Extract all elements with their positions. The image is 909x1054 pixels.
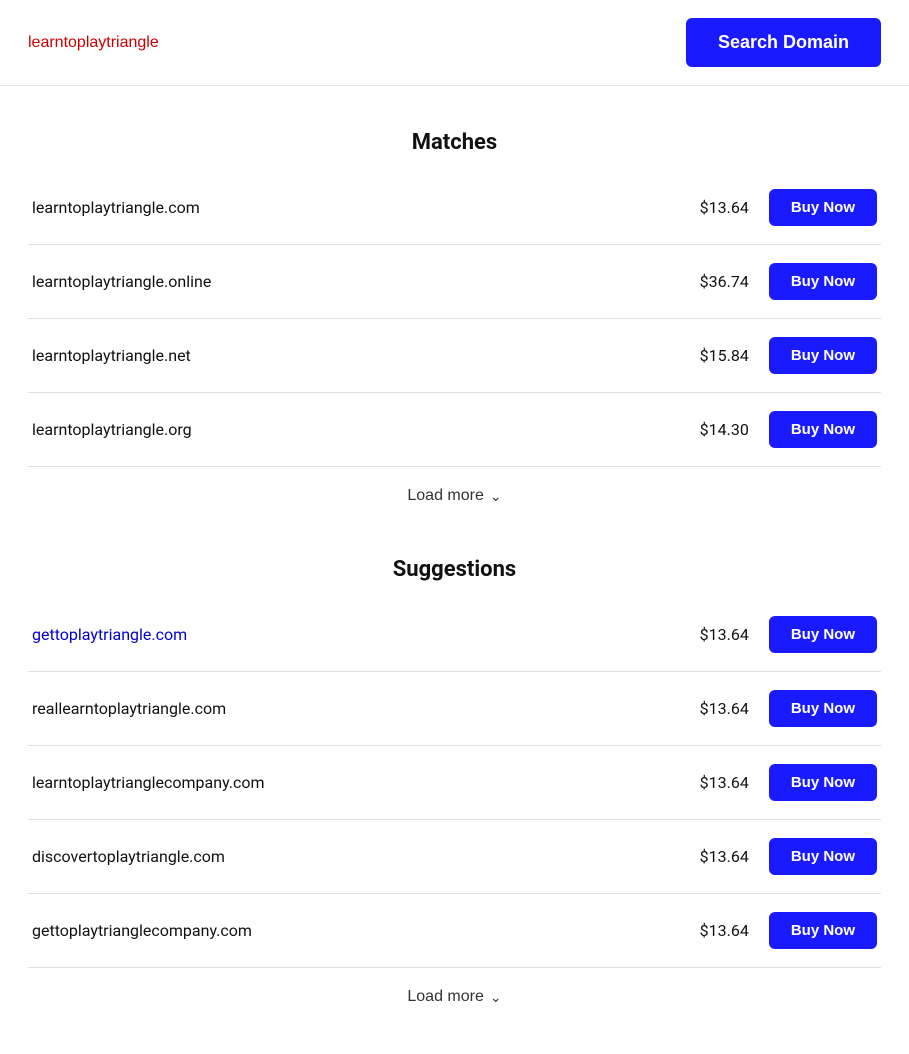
matches-load-more-label: Load more: [407, 487, 484, 505]
table-row: learntoplaytriangle.online $36.74 Buy No…: [28, 245, 881, 319]
matches-list: learntoplaytriangle.com $13.64 Buy Now l…: [28, 171, 881, 467]
matches-load-more-container: Load more ⌄: [28, 467, 881, 533]
suggestions-load-more-label: Load more: [407, 988, 484, 1006]
search-domain-button[interactable]: Search Domain: [686, 18, 881, 67]
domain-price: $15.84: [689, 346, 749, 365]
buy-now-button[interactable]: Buy Now: [769, 912, 877, 949]
domain-price: $13.64: [689, 847, 749, 866]
suggestions-load-more-button[interactable]: Load more ⌄: [407, 988, 501, 1006]
domain-name: learntoplaytriangle.com: [32, 198, 689, 217]
suggestions-load-more-container: Load more ⌄: [28, 968, 881, 1034]
domain-name: discovertoplaytriangle.com: [32, 847, 689, 866]
domain-name: gettoplaytrianglecompany.com: [32, 921, 689, 940]
domain-price: $36.74: [689, 272, 749, 291]
domain-name: learntoplaytriangle.online: [32, 272, 689, 291]
header: learntoplaytriangle Search Domain: [0, 0, 909, 86]
domain-price: $13.64: [689, 625, 749, 644]
table-row: discovertoplaytriangle.com $13.64 Buy No…: [28, 820, 881, 894]
search-input[interactable]: learntoplaytriangle: [28, 34, 428, 52]
table-row: learntoplaytriangle.org $14.30 Buy Now: [28, 393, 881, 467]
buy-now-button[interactable]: Buy Now: [769, 411, 877, 448]
buy-now-button[interactable]: Buy Now: [769, 690, 877, 727]
suggestions-chevron-down-icon: ⌄: [490, 989, 502, 1006]
table-row: gettoplaytrianglecompany.com $13.64 Buy …: [28, 894, 881, 968]
buy-now-button[interactable]: Buy Now: [769, 263, 877, 300]
table-row: gettoplaytriangle.com $13.64 Buy Now: [28, 598, 881, 672]
domain-price: $14.30: [689, 420, 749, 439]
domain-name: gettoplaytriangle.com: [32, 625, 689, 644]
main-content: Matches learntoplaytriangle.com $13.64 B…: [0, 86, 909, 1054]
domain-name: learntoplaytriangle.net: [32, 346, 689, 365]
domain-price: $13.64: [689, 198, 749, 217]
table-row: learntoplaytrianglecompany.com $13.64 Bu…: [28, 746, 881, 820]
matches-section-title: Matches: [28, 130, 881, 155]
buy-now-button[interactable]: Buy Now: [769, 764, 877, 801]
domain-price: $13.64: [689, 699, 749, 718]
suggestions-list: gettoplaytriangle.com $13.64 Buy Now rea…: [28, 598, 881, 968]
table-row: reallearntoplaytriangle.com $13.64 Buy N…: [28, 672, 881, 746]
domain-name: learntoplaytrianglecompany.com: [32, 773, 689, 792]
domain-name: learntoplaytriangle.org: [32, 420, 689, 439]
table-row: learntoplaytriangle.net $15.84 Buy Now: [28, 319, 881, 393]
table-row: learntoplaytriangle.com $13.64 Buy Now: [28, 171, 881, 245]
matches-chevron-down-icon: ⌄: [490, 488, 502, 505]
buy-now-button[interactable]: Buy Now: [769, 838, 877, 875]
buy-now-button[interactable]: Buy Now: [769, 337, 877, 374]
buy-now-button[interactable]: Buy Now: [769, 189, 877, 226]
domain-price: $13.64: [689, 773, 749, 792]
domain-name: reallearntoplaytriangle.com: [32, 699, 689, 718]
suggestions-section-title: Suggestions: [28, 557, 881, 582]
buy-now-button[interactable]: Buy Now: [769, 616, 877, 653]
matches-load-more-button[interactable]: Load more ⌄: [407, 487, 501, 505]
domain-price: $13.64: [689, 921, 749, 940]
